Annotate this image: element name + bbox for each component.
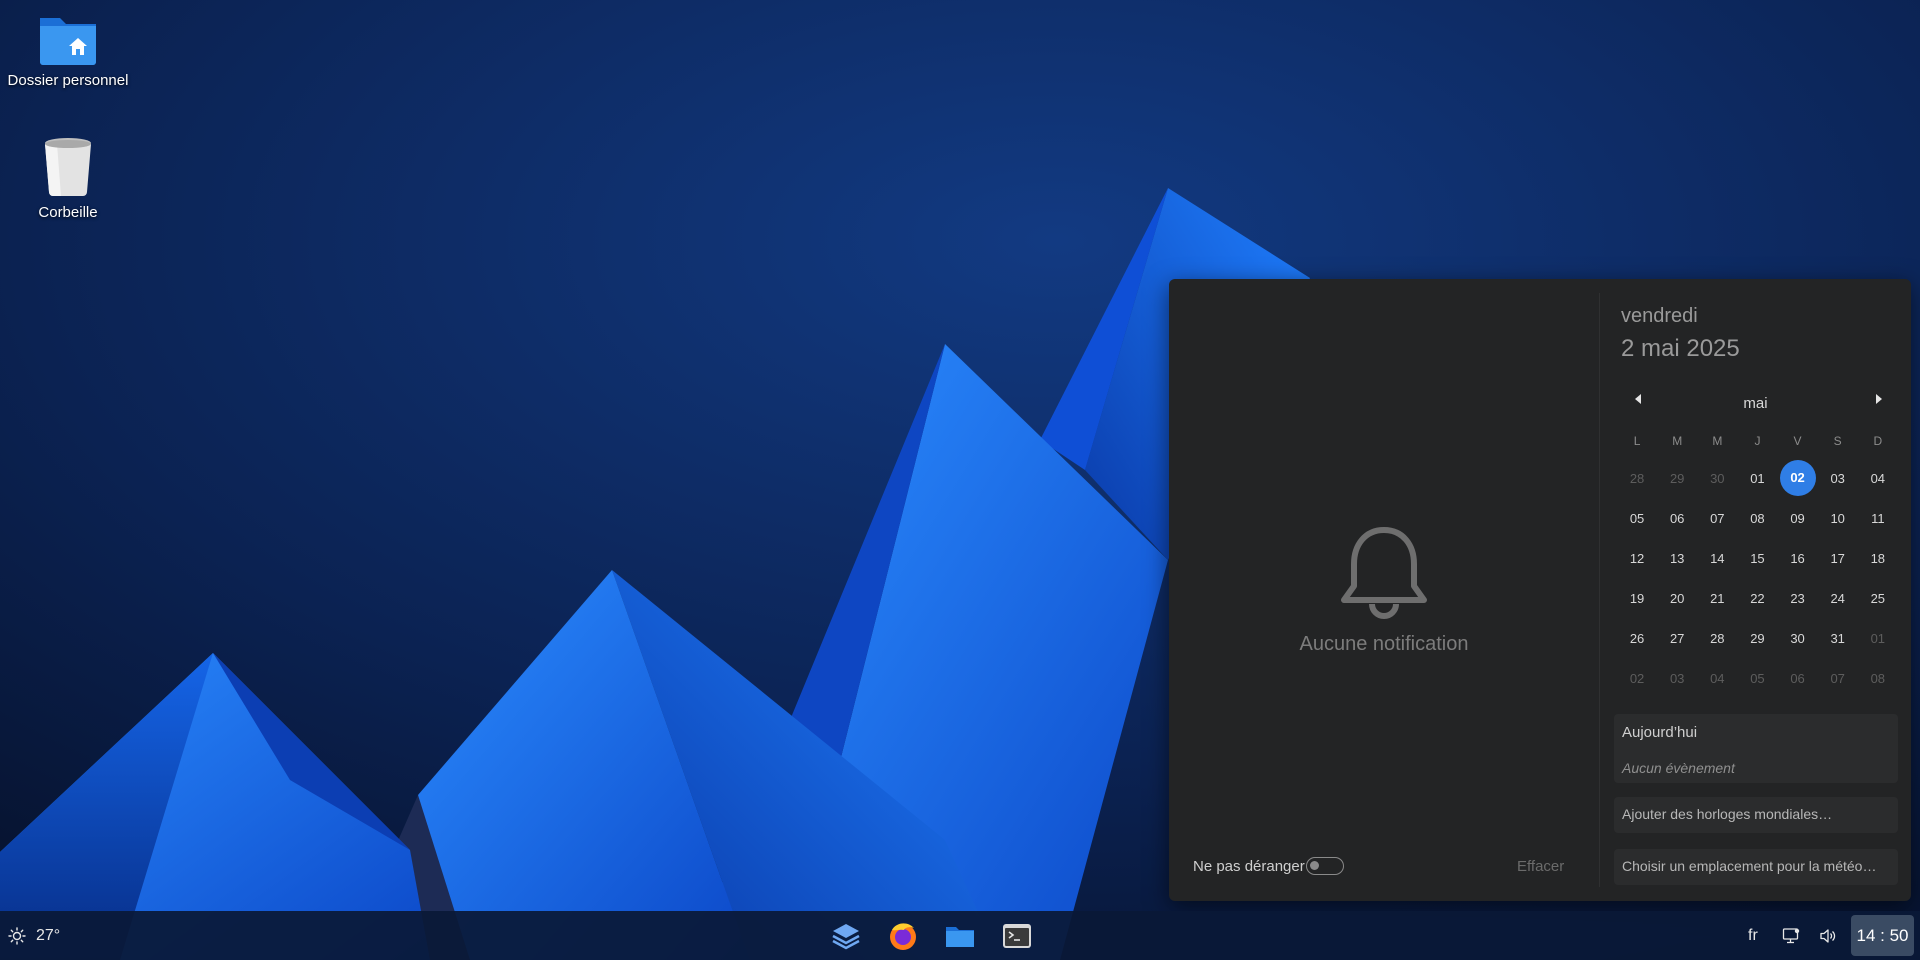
month-title: mai [1743, 395, 1768, 412]
calendar-day[interactable]: 13 [1657, 551, 1697, 566]
calendar-day[interactable]: 07 [1697, 511, 1737, 526]
calendar-day[interactable]: 23 [1778, 591, 1818, 606]
calendar-day[interactable]: 29 [1737, 631, 1777, 646]
calendar-day[interactable]: 08 [1737, 511, 1777, 526]
calendar-day[interactable]: 24 [1818, 591, 1858, 606]
calendar-day-header: J [1754, 434, 1761, 448]
trash-icon [45, 138, 91, 196]
calendar-day[interactable]: 31 [1818, 631, 1858, 646]
calendar-day[interactable]: 14 [1697, 551, 1737, 566]
calendar-week-row: 26 27 28 29 30 31 01 [1617, 618, 1898, 658]
do-not-disturb-toggle[interactable] [1306, 857, 1344, 875]
calendar-day[interactable]: 04 [1697, 671, 1737, 686]
calendar-day[interactable]: 01 [1737, 471, 1777, 486]
choose-weather-location-label: Choisir un emplacement pour la météo… [1622, 858, 1877, 874]
calendar-day[interactable]: 26 [1617, 631, 1657, 646]
no-events-text: Aucun évènement [1622, 760, 1735, 776]
volume-icon[interactable] [1819, 927, 1837, 945]
files-icon[interactable] [944, 920, 976, 952]
clear-notifications-button[interactable]: Effacer [1517, 858, 1564, 875]
calendar-area: vendredi 2 mai 2025 mai L M M J V S D 28 29 30 01 0… [1600, 279, 1911, 901]
calendar-day[interactable]: 12 [1617, 551, 1657, 566]
calendar-day[interactable]: 18 [1858, 551, 1898, 566]
calendar-day-selected[interactable]: 02 [1778, 460, 1818, 496]
current-weekday: vendredi [1621, 305, 1698, 327]
calendar-week-row: 28 29 30 01 02 03 04 [1617, 458, 1898, 498]
temperature-label[interactable]: 27° [36, 927, 60, 945]
today-title: Aujourd’hui [1622, 724, 1698, 741]
calendar-day-header: L [1633, 434, 1641, 448]
notification-calendar-panel: Aucune notification Ne pas déranger Effa… [1169, 279, 1911, 901]
calendar-day[interactable]: 29 [1657, 471, 1697, 486]
calendar-day-header: V [1793, 434, 1802, 448]
calendar-day[interactable]: 11 [1858, 511, 1898, 526]
sun-icon[interactable] [8, 927, 26, 945]
calendar-week-row: 02 03 04 05 06 07 08 [1617, 658, 1898, 698]
calendar-day-header: S [1833, 434, 1842, 448]
calendar-day-header: M [1712, 434, 1723, 448]
no-notifications-text: Aucune notification [1299, 633, 1469, 655]
calendar-day-header: M [1672, 434, 1683, 448]
calendar-day[interactable]: 09 [1778, 511, 1818, 526]
taskbar-clock[interactable]: 14 : 50 [1851, 915, 1914, 956]
desktop-icon-label: Dossier personnel [7, 72, 129, 89]
calendar-day[interactable]: 03 [1657, 671, 1697, 686]
do-not-disturb-label: Ne pas déranger [1193, 858, 1305, 875]
notification-area: Aucune notification Ne pas déranger Effa… [1169, 279, 1599, 901]
next-month-icon[interactable] [1876, 394, 1882, 404]
calendar-day[interactable]: 05 [1617, 511, 1657, 526]
calendar-day[interactable]: 04 [1858, 471, 1898, 486]
current-date: 2 mai 2025 [1621, 335, 1740, 362]
desktop-icon-label: Corbeille [38, 204, 98, 221]
firefox-icon[interactable] [887, 920, 919, 952]
calendar-week-row: 19 20 21 22 23 24 25 [1617, 578, 1898, 618]
calendar-day[interactable]: 02 [1617, 671, 1657, 686]
today-events-box[interactable]: Aujourd’hui Aucun évènement [1614, 714, 1898, 783]
calendar-day[interactable]: 22 [1737, 591, 1777, 606]
add-world-clocks-button[interactable]: Ajouter des horloges mondiales… [1614, 797, 1898, 833]
keyboard-language[interactable]: fr [1748, 927, 1758, 945]
calendar-day[interactable]: 06 [1778, 671, 1818, 686]
bell-icon [1341, 527, 1427, 619]
layers-icon[interactable] [830, 920, 862, 952]
add-world-clocks-label: Ajouter des horloges mondiales… [1622, 806, 1833, 822]
calendar-week-row: 12 13 14 15 16 17 18 [1617, 538, 1898, 578]
calendar-day[interactable]: 03 [1818, 471, 1858, 486]
calendar-day[interactable]: 28 [1697, 631, 1737, 646]
calendar-day[interactable]: 16 [1778, 551, 1818, 566]
calendar-day[interactable]: 10 [1818, 511, 1858, 526]
calendar-week-row: 05 06 07 08 09 10 11 [1617, 498, 1898, 538]
calendar-day[interactable]: 15 [1737, 551, 1777, 566]
calendar-grid: L M M J V S D 28 29 30 01 02 03 04 05 06 07 08 09 10 11 12 13 1… [1617, 424, 1898, 698]
home-folder-icon [40, 18, 96, 65]
calendar-day[interactable]: 20 [1657, 591, 1697, 606]
calendar-day[interactable]: 17 [1818, 551, 1858, 566]
taskbar: 27° fr 14 : 50 [0, 911, 1920, 960]
calendar-day[interactable]: 30 [1778, 631, 1818, 646]
desktop-icon-home[interactable]: Dossier personnel [0, 12, 136, 89]
terminal-icon[interactable] [1001, 920, 1033, 952]
calendar-day[interactable]: 05 [1737, 671, 1777, 686]
calendar-day[interactable]: 08 [1858, 671, 1898, 686]
choose-weather-location-button[interactable]: Choisir un emplacement pour la météo… [1614, 849, 1898, 885]
calendar-day[interactable]: 06 [1657, 511, 1697, 526]
calendar-day[interactable]: 19 [1617, 591, 1657, 606]
calendar-day-header: D [1873, 434, 1883, 448]
calendar-day[interactable]: 28 [1617, 471, 1657, 486]
network-icon[interactable] [1782, 927, 1800, 945]
calendar-day[interactable]: 25 [1858, 591, 1898, 606]
calendar-day[interactable]: 21 [1697, 591, 1737, 606]
calendar-day[interactable]: 30 [1697, 471, 1737, 486]
calendar-day[interactable]: 01 [1858, 631, 1898, 646]
calendar-day[interactable]: 27 [1657, 631, 1697, 646]
desktop-icon-trash[interactable]: Corbeille [0, 136, 136, 221]
calendar-day-headers: LMMJVSD [1617, 424, 1898, 458]
calendar-day[interactable]: 07 [1818, 671, 1858, 686]
toggle-knob [1310, 861, 1319, 870]
